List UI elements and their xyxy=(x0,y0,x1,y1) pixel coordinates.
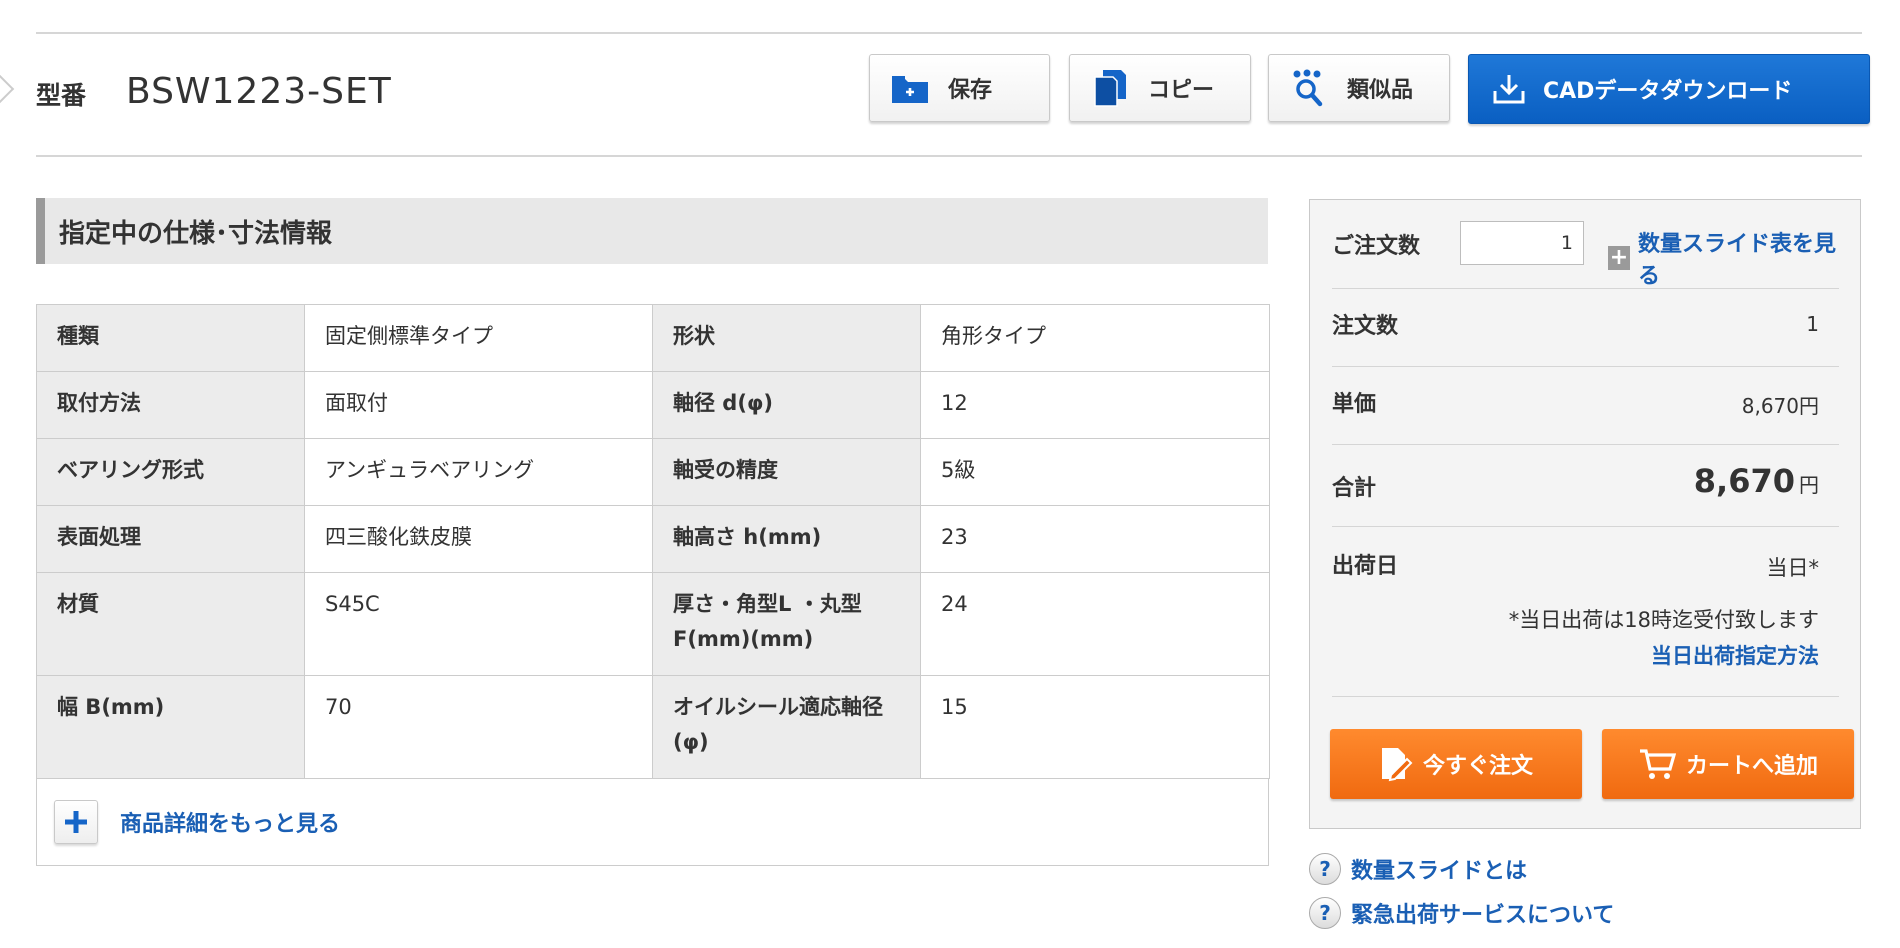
total-price-value: 8,670 xyxy=(1693,462,1795,500)
plus-square-icon: + xyxy=(1608,245,1630,270)
model-number-value: BSW1223-SET xyxy=(126,71,392,112)
plus-icon xyxy=(65,810,87,833)
expand-details-button[interactable] xyxy=(54,799,98,844)
order-panel: ご注文数 + 数量スライド表を見る 注文数 1 単価 8,670円 合計 8,6… xyxy=(1309,199,1861,829)
spec-key: 軸径 d(φ) xyxy=(652,371,921,439)
similar-products-button[interactable]: 類似品 xyxy=(1268,54,1450,122)
spec-value: 12 xyxy=(920,371,1270,439)
chevron-left-icon[interactable] xyxy=(0,67,15,111)
folder-add-icon xyxy=(890,68,930,108)
similar-products-button-label: 類似品 xyxy=(1347,78,1414,103)
header-top-divider xyxy=(36,32,1862,34)
save-button-label: 保存 xyxy=(948,78,993,103)
total-price-unit: 円 xyxy=(1799,473,1819,497)
header-bottom-divider xyxy=(36,155,1862,157)
ship-date-row: 出荷日 当日* *当日出荷は18時迄受付致します 当日出荷指定方法 xyxy=(1332,526,1839,697)
spec-value: 70 xyxy=(304,675,653,779)
spec-key: 取付方法 xyxy=(36,371,305,439)
model-number-label: 型番 xyxy=(36,81,87,110)
express-ship-help-label: 緊急出荷サービスについて xyxy=(1351,903,1615,928)
spec-value: 23 xyxy=(920,505,1270,573)
ship-cutoff-note: *当日出荷は18時迄受付致します xyxy=(1508,608,1819,632)
spec-value: 面取付 xyxy=(304,371,653,439)
table-row: 表面処理 四三酸化鉄皮膜 軸高さ h(mm) 23 xyxy=(36,505,1270,573)
express-ship-help-link[interactable]: ? 緊急出荷サービスについて xyxy=(1309,897,1614,929)
question-icon: ? xyxy=(1309,853,1341,885)
similar-search-icon xyxy=(1289,68,1329,108)
total-price: 8,670 円 xyxy=(1694,462,1819,500)
ship-date-value: 当日* xyxy=(1766,556,1820,580)
spec-key: 種類 xyxy=(36,304,305,372)
order-qty-label: ご注文数 xyxy=(1332,234,1421,259)
table-row: ベアリング形式 アンギュラベアリング 軸受の精度 5級 xyxy=(36,438,1270,506)
add-to-cart-button[interactable]: カートへ追加 xyxy=(1602,729,1854,799)
qty-slide-table-link-label: 数量スライド表を見る xyxy=(1637,232,1836,289)
same-day-ship-method-link[interactable]: 当日出荷指定方法 xyxy=(1651,640,1819,670)
cad-download-button-label: CADデータダウンロード xyxy=(1543,79,1793,104)
copy-button[interactable]: コピー xyxy=(1069,54,1251,122)
save-button[interactable]: 保存 xyxy=(869,54,1050,122)
spec-value: 角形タイプ xyxy=(920,304,1270,372)
spec-section-title: 指定中の仕様･寸法情報 xyxy=(59,218,333,249)
spec-key: 材質 xyxy=(36,572,305,676)
qty-slide-help-link[interactable]: ? 数量スライドとは xyxy=(1309,853,1527,885)
table-row: 幅 B(mm) 70 オイルシール適応軸径(φ) 15 xyxy=(36,675,1270,779)
copy-icon xyxy=(1090,68,1130,108)
spec-value: 24 xyxy=(920,572,1270,676)
cart-icon xyxy=(1639,749,1676,779)
order-qty-row: ご注文数 + 数量スライド表を見る xyxy=(1332,200,1839,289)
spec-key: オイルシール適応軸径(φ) xyxy=(652,675,921,779)
spec-value: 固定側標準タイプ xyxy=(304,304,653,372)
spec-key: 厚さ・角型L ・丸型F(mm)(mm) xyxy=(652,572,921,676)
table-row: 取付方法 面取付 軸径 d(φ) 12 xyxy=(36,371,1270,439)
spec-key: 幅 B(mm) xyxy=(36,675,305,779)
spec-value: 15 xyxy=(920,675,1270,779)
ship-date-label: 出荷日 xyxy=(1332,554,1399,579)
unit-price-value: 8,670円 xyxy=(1741,394,1819,418)
spec-table: 種類 固定側標準タイプ 形状 角形タイプ 取付方法 面取付 軸径 d(φ) 12… xyxy=(36,304,1270,779)
spec-key: 表面処理 xyxy=(36,505,305,573)
more-details-row: 商品詳細をもっと見る xyxy=(36,778,1269,866)
spec-key: ベアリング形式 xyxy=(36,438,305,506)
qty-slide-table-link[interactable]: + 数量スライド表を見る xyxy=(1608,226,1839,290)
table-row: 種類 固定側標準タイプ 形状 角形タイプ xyxy=(36,304,1270,372)
spec-value: 四三酸化鉄皮膜 xyxy=(304,505,653,573)
spec-value: 5級 xyxy=(920,438,1270,506)
spec-value: S45C xyxy=(304,572,653,676)
qty-slide-help-label: 数量スライドとは xyxy=(1351,859,1528,884)
order-qty-input[interactable] xyxy=(1460,221,1584,265)
spec-key: 形状 xyxy=(652,304,921,372)
download-icon xyxy=(1489,69,1529,109)
order-count-row: 注文数 1 xyxy=(1332,288,1839,367)
unit-price-row: 単価 8,670円 xyxy=(1332,366,1839,445)
spec-value: アンギュラベアリング xyxy=(304,438,653,506)
cad-download-button[interactable]: CADデータダウンロード xyxy=(1468,54,1870,124)
order-count-value: 1 xyxy=(1806,312,1819,336)
spec-section-heading: 指定中の仕様･寸法情報 xyxy=(36,198,1268,264)
question-icon: ? xyxy=(1309,897,1341,929)
unit-price-label: 単価 xyxy=(1332,392,1377,417)
spec-key: 軸受の精度 xyxy=(652,438,921,506)
spec-key: 軸高さ h(mm) xyxy=(652,505,921,573)
copy-button-label: コピー xyxy=(1148,78,1215,103)
order-now-button[interactable]: 今すぐ注文 xyxy=(1330,729,1582,799)
more-details-link[interactable]: 商品詳細をもっと見る xyxy=(120,806,340,838)
table-row: 材質 S45C 厚さ・角型L ・丸型F(mm)(mm) 24 xyxy=(36,572,1270,676)
order-form-icon xyxy=(1381,748,1413,782)
total-row: 合計 8,670 円 xyxy=(1332,444,1839,527)
add-to-cart-button-label: カートへ追加 xyxy=(1685,754,1818,779)
order-now-button-label: 今すぐ注文 xyxy=(1422,754,1533,779)
order-count-label: 注文数 xyxy=(1332,314,1399,339)
total-label: 合計 xyxy=(1332,476,1377,501)
